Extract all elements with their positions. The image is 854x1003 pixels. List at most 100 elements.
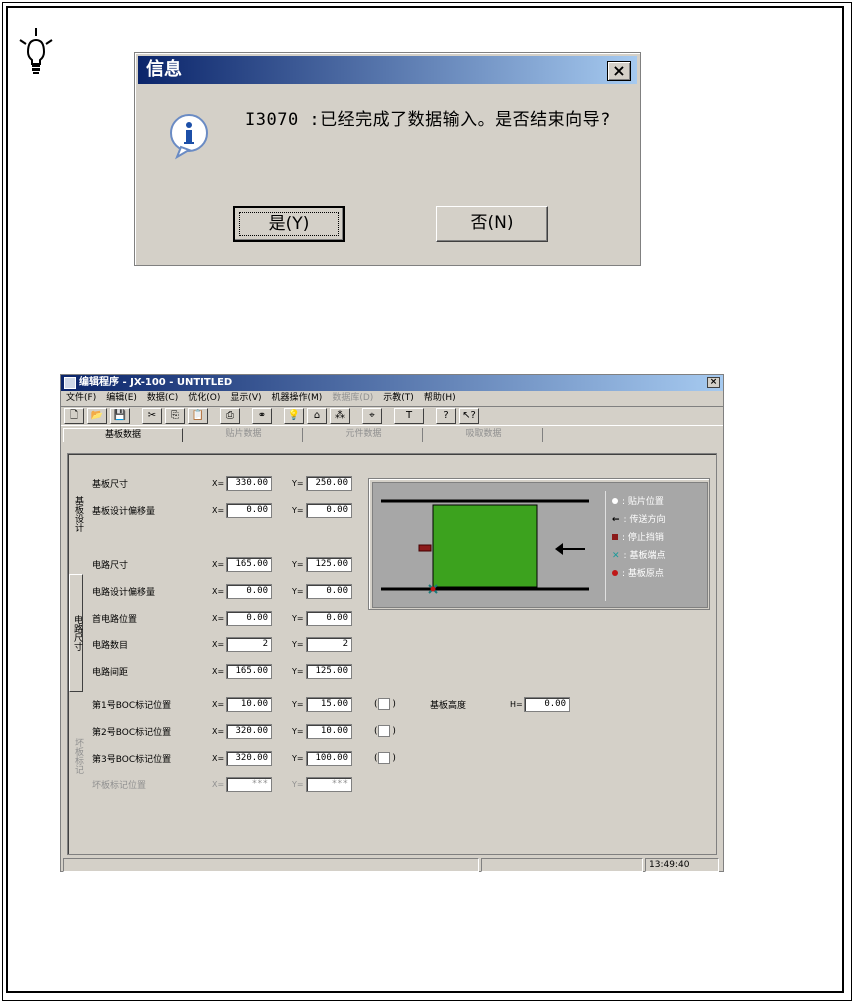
app-close-button[interactable]: × [707, 377, 720, 388]
status-time: 13:49:40 [645, 858, 719, 872]
machine-icon[interactable]: ⌂ [307, 408, 327, 424]
paste-icon[interactable]: 📋 [188, 408, 208, 424]
help-icon[interactable]: ? [436, 408, 456, 424]
x-prefix: X= [212, 780, 225, 789]
boc3-checkbox[interactable]: ( ) [374, 752, 396, 764]
boc2-x-input[interactable]: 320.00 [226, 724, 272, 739]
circuit-count-x-input[interactable]: 2 [226, 637, 272, 652]
y-prefix: Y= [292, 560, 304, 569]
y-prefix: Y= [292, 640, 304, 649]
menu-view[interactable]: 显示(V) [230, 391, 261, 406]
checkbox-box[interactable] [377, 752, 390, 764]
circuit-count-y-input[interactable]: 2 [306, 637, 352, 652]
first-circuit-y-input[interactable]: 0.00 [306, 611, 352, 626]
hint-icon[interactable]: 💡 [284, 408, 304, 424]
circuit-size-x-input[interactable]: 165.00 [226, 557, 272, 572]
menu-optimize[interactable]: 优化(O) [188, 391, 220, 406]
tab-pick-data[interactable]: 吸取数据 [425, 428, 543, 442]
y-prefix: Y= [292, 727, 304, 736]
board-diagram-canvas: : 贴片位置 ←: 传送方向 : 停止挡销 ✕: 基板端点 : 基板原点 [372, 482, 708, 608]
x-prefix: X= [212, 667, 225, 676]
print-icon[interactable]: ⎙ [220, 408, 240, 424]
dialog-message: I3070 :已经完成了数据输入。是否结束向导? [245, 110, 611, 130]
x-prefix: X= [212, 479, 225, 488]
no-button[interactable]: 否(N) [436, 206, 548, 242]
checkbox-box[interactable] [377, 725, 390, 737]
board-offset-y-input[interactable]: 0.00 [306, 503, 352, 518]
boc3-y-input[interactable]: 100.00 [306, 751, 352, 766]
menubar: 文件(F) 编辑(E) 数据(C) 优化(O) 显示(V) 机器操作(M) 数据… [61, 391, 723, 406]
boc1-y-input[interactable]: 15.00 [306, 697, 352, 712]
save-icon[interactable]: 💾 [110, 408, 130, 424]
board-size-label: 基板尺寸 [92, 480, 129, 490]
board-size-y-input[interactable]: 250.00 [306, 476, 352, 491]
legend-item: : 基板原点 [612, 567, 664, 581]
x-prefix: X= [212, 727, 225, 736]
y-prefix: Y= [292, 479, 304, 488]
menu-data[interactable]: 数据(C) [147, 391, 178, 406]
app-icon [64, 377, 76, 389]
circuit-offset-y-input[interactable]: 0.00 [306, 584, 352, 599]
teach-icon[interactable]: ⌖ [362, 408, 382, 424]
boc1-x-input[interactable]: 10.00 [226, 697, 272, 712]
menu-machine[interactable]: 机器操作(M) [272, 391, 323, 406]
circuit-pitch-x-input[interactable]: 165.00 [226, 664, 272, 679]
conveyor-drawing [381, 499, 589, 594]
cut-icon[interactable]: ✂ [142, 408, 162, 424]
board-rect [432, 504, 538, 588]
tab-part-data[interactable]: 元件数据 [305, 428, 423, 442]
boc2-checkbox[interactable]: ( ) [374, 725, 396, 737]
dialog-close-button[interactable]: × [607, 61, 631, 81]
vtab-bad-mark[interactable]: 坏板标记 [69, 734, 83, 778]
vtab-board-design[interactable]: 基板设计 [69, 494, 83, 534]
find-icon[interactable]: ⚭ [252, 408, 272, 424]
yes-button[interactable]: 是(Y) [233, 206, 345, 242]
first-circuit-x-input[interactable]: 0.00 [226, 611, 272, 626]
boc3-label: 第3号BOC标记位置 [92, 755, 172, 765]
new-icon[interactable]: 🗋 [64, 408, 84, 424]
menu-help[interactable]: 帮助(H) [424, 391, 456, 406]
boc2-y-input[interactable]: 10.00 [306, 724, 352, 739]
legend-text: : 基板端点 [623, 551, 666, 561]
status-pane-mid [481, 858, 643, 872]
checkbox-box[interactable] [377, 698, 390, 710]
x-prefix: X= [212, 506, 225, 515]
status-pane-main [63, 858, 479, 872]
optimize-icon[interactable]: ⁂ [330, 408, 350, 424]
y-prefix: Y= [292, 700, 304, 709]
boc2-label: 第2号BOC标记位置 [92, 728, 172, 738]
board-offset-x-input[interactable]: 0.00 [226, 503, 272, 518]
menu-teach[interactable]: 示教(T) [383, 391, 414, 406]
diagram-legend: : 贴片位置 ←: 传送方向 : 停止挡销 ✕: 基板端点 : 基板原点 [605, 491, 713, 601]
x-prefix: X= [212, 587, 225, 596]
menu-edit[interactable]: 编辑(E) [106, 391, 137, 406]
y-prefix: Y= [292, 754, 304, 763]
origin-icon [612, 570, 618, 576]
menu-file[interactable]: 文件(F) [66, 391, 96, 406]
arrow-left-icon [555, 543, 563, 555]
text-icon[interactable]: T [394, 408, 424, 424]
check-close: ) [392, 726, 396, 737]
legend-text: : 停止挡销 [622, 533, 664, 543]
circuit-offset-x-input[interactable]: 0.00 [226, 584, 272, 599]
stopper-icon [418, 544, 432, 552]
boc3-x-input[interactable]: 320.00 [226, 751, 272, 766]
tab-mount-data[interactable]: 贴片数据 [185, 428, 303, 442]
context-help-icon[interactable]: ↖? [459, 408, 479, 424]
open-icon[interactable]: 📂 [87, 408, 107, 424]
legend-text: : 贴片位置 [622, 497, 664, 507]
app-title-bar: 编辑程序 - JX-100 - UNTITLED × [61, 375, 723, 391]
legend-item: ✕: 基板端点 [612, 549, 665, 563]
message-dialog: 信息 × I3070 :已经完成了数据输入。是否结束向导? 是(Y) 否(N) [134, 52, 641, 266]
copy-icon[interactable]: ⎘ [165, 408, 185, 424]
vtab-circuit-size[interactable]: 电路尺寸 [69, 574, 83, 692]
legend-item: : 贴片位置 [612, 495, 664, 509]
boc1-checkbox[interactable]: ( ) [374, 698, 396, 710]
h-prefix: H= [510, 700, 523, 709]
circuit-pitch-y-input[interactable]: 125.00 [306, 664, 352, 679]
origin-icon [430, 586, 436, 592]
circuit-size-y-input[interactable]: 125.00 [306, 557, 352, 572]
tab-board-data[interactable]: 基板数据 [63, 428, 183, 442]
board-size-x-input[interactable]: 330.00 [226, 476, 272, 491]
board-height-input[interactable]: 0.00 [524, 697, 570, 712]
